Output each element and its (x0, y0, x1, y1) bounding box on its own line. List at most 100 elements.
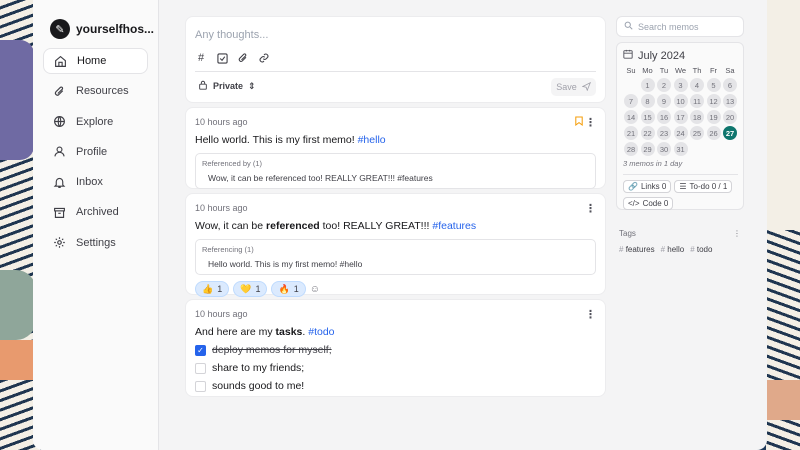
memo-text-bold: tasks (275, 326, 303, 338)
link-icon[interactable] (258, 52, 270, 64)
memo-tag[interactable]: #hello (358, 134, 386, 146)
calendar-day[interactable]: 26 (706, 126, 721, 140)
app-window: ✎ yourselfhos... Home Resources Explore … (33, 0, 767, 450)
bell-icon (53, 176, 66, 189)
tag-item[interactable]: # hello (661, 245, 685, 254)
visibility-selector[interactable]: Private ⇕ (198, 80, 256, 92)
memo-text: Wow, it can be (195, 220, 267, 232)
more-options-icon[interactable]: ⋮ (585, 202, 596, 215)
bookmark-icon[interactable] (575, 116, 583, 129)
memo-time: 10 hours ago (195, 309, 248, 319)
sidebar-item-settings[interactable]: Settings (43, 230, 148, 256)
calendar-day[interactable]: 12 (706, 94, 721, 108)
reaction-emoji: 👍 (202, 283, 214, 294)
task-label: share to my friends; (212, 362, 305, 374)
weekday-label: Fr (709, 66, 718, 75)
calendar-day[interactable]: 5 (706, 78, 721, 92)
sidebar-item-archived[interactable]: Archived (43, 199, 148, 225)
reaction-thumbs-up[interactable]: 👍 1 (195, 281, 230, 297)
calendar-divider (623, 174, 738, 175)
sidebar-item-home[interactable]: Home (43, 48, 148, 74)
weekday-label: Sa (725, 66, 735, 75)
calendar-day[interactable]: 25 (690, 126, 704, 140)
calendar-day[interactable]: 18 (690, 110, 704, 124)
home-icon (54, 55, 67, 68)
memo-time: 10 hours ago (195, 203, 248, 213)
save-button[interactable]: Save (551, 78, 596, 96)
calendar-day[interactable]: 31 (673, 142, 688, 156)
task-checkbox[interactable] (195, 362, 206, 374)
memo-tag[interactable]: #todo (308, 326, 334, 338)
reaction-heart[interactable]: 💛 1 (233, 281, 268, 297)
task-checkbox[interactable] (195, 380, 206, 392)
calendar-day[interactable]: 10 (673, 94, 688, 108)
user-icon (53, 145, 66, 158)
hashtag-icon[interactable]: # (195, 52, 207, 64)
calendar-day[interactable]: 8 (640, 94, 655, 108)
memo-text: Hello world. This is my first memo! (195, 134, 358, 146)
links-stat[interactable]: 🔗 Links 0 (623, 180, 672, 193)
calendar-day[interactable]: 23 (657, 126, 671, 140)
calendar-day[interactable]: 2 (657, 78, 671, 92)
calendar-day[interactable]: 15 (640, 110, 655, 124)
calendar-day[interactable]: 14 (624, 110, 638, 124)
more-options-icon[interactable]: ⋮ (733, 229, 741, 238)
weekday-label: We (674, 66, 687, 75)
user-menu[interactable]: ✎ yourselfhos... (50, 19, 154, 39)
link-icon: 🔗 (628, 182, 638, 191)
memo-content: Hello world. This is my first memo! #hel… (195, 134, 596, 146)
calendar-day[interactable]: 6 (723, 78, 737, 92)
calendar-day[interactable]: 3 (673, 78, 688, 92)
calendar-day[interactable]: 27 (723, 126, 737, 140)
sidebar-item-inbox[interactable]: Inbox (43, 169, 148, 195)
editor-toolbar: # (195, 52, 595, 64)
calendar-day[interactable]: 20 (723, 110, 737, 124)
calendar-day[interactable]: 21 (624, 126, 638, 140)
memo-card: 10 hours ago ⋮ And here are my tasks. #t… (185, 299, 606, 397)
memo-content: Wow, it can be referenced too! REALLY GR… (195, 220, 596, 232)
calendar-day[interactable]: 22 (640, 126, 655, 140)
reaction-emoji: 🔥 (278, 283, 290, 294)
weekday-label: Th (692, 66, 702, 75)
calendar-day[interactable]: 28 (624, 142, 638, 156)
sidebar-item-explore[interactable]: Explore (43, 109, 148, 135)
task-checkbox[interactable]: ✓ (195, 344, 206, 356)
code-label: Code 0 (642, 199, 669, 208)
calendar-day[interactable]: 30 (657, 142, 671, 156)
code-stat[interactable]: </> Code 0 (623, 197, 674, 210)
search-input[interactable]: Search memos (616, 16, 744, 37)
memo-content: And here are my tasks. #todo (195, 326, 596, 338)
calendar-day[interactable]: 7 (624, 94, 638, 108)
visibility-label: Private (213, 81, 244, 91)
more-options-icon[interactable]: ⋮ (585, 308, 596, 321)
reaction-fire[interactable]: 🔥 1 (271, 281, 306, 297)
calendar-day[interactable]: 9 (657, 94, 671, 108)
sidebar-item-profile[interactable]: Profile (43, 139, 148, 165)
memo-references: Referenced by (1) Wow, it can be referen… (195, 153, 596, 189)
paperclip-icon[interactable] (237, 52, 249, 64)
todo-stat[interactable]: ☰ To-do 0 / 1 (674, 180, 733, 193)
checkbox-icon[interactable] (216, 52, 228, 64)
calendar-day[interactable]: 24 (673, 126, 688, 140)
calendar-day[interactable]: 13 (723, 94, 737, 108)
memo-input[interactable]: Any thoughts... (195, 29, 595, 41)
more-options-icon[interactable]: ⋮ (585, 116, 596, 129)
calendar-day[interactable]: 1 (640, 78, 655, 92)
calendar-day[interactable]: 29 (640, 142, 655, 156)
reference-item[interactable]: Hello world. This is my first memo! #hel… (202, 259, 589, 269)
reference-item[interactable]: Wow, it can be referenced too! REALLY GR… (202, 173, 589, 183)
calendar-header[interactable]: July 2024 (623, 49, 738, 62)
calendar-day[interactable]: 19 (706, 110, 721, 124)
calendar-day[interactable]: 4 (690, 78, 704, 92)
add-reaction-icon[interactable]: ☺ (310, 284, 320, 295)
background-art-right (766, 0, 800, 450)
calendar-note: 3 memos in 1 day (623, 159, 683, 168)
calendar-day[interactable]: 17 (673, 110, 688, 124)
calendar-icon (623, 49, 633, 62)
tag-item[interactable]: # todo (690, 245, 712, 254)
memo-tag[interactable]: #features (432, 220, 476, 232)
calendar-day[interactable]: 16 (657, 110, 671, 124)
tag-item[interactable]: # features (619, 245, 655, 254)
sidebar-item-resources[interactable]: Resources (43, 78, 148, 104)
calendar-day[interactable]: 11 (690, 94, 704, 108)
